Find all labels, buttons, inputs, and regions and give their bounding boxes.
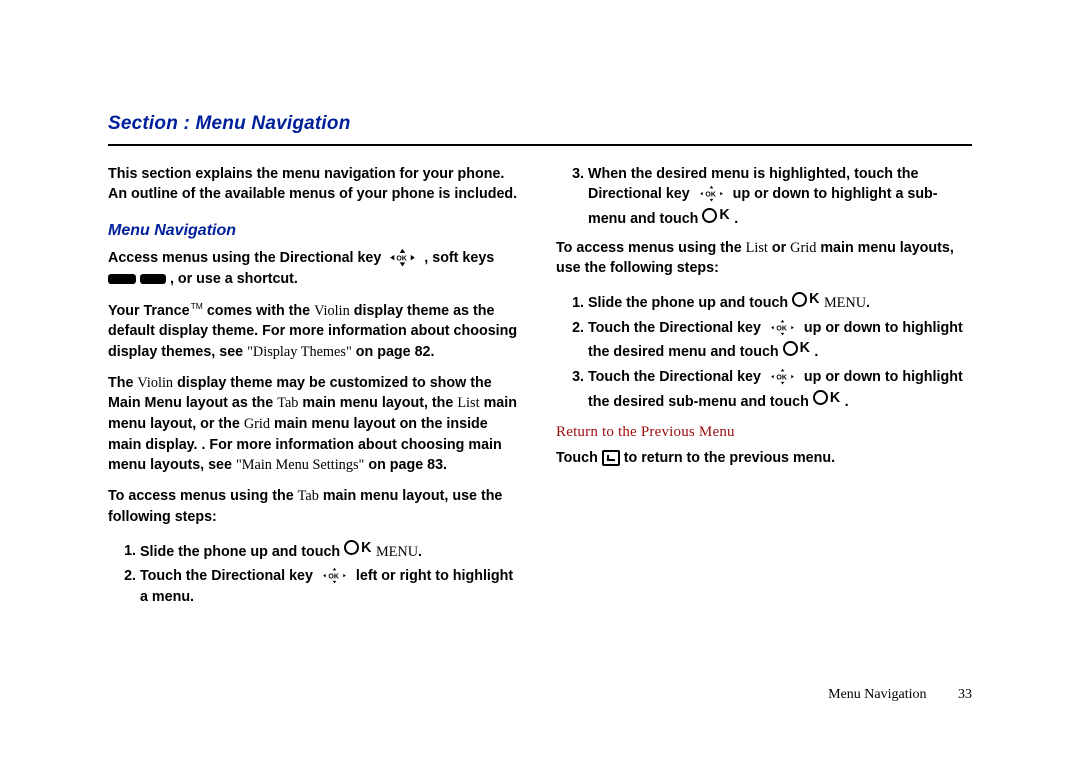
column-right: When the desired menu is highlighted, to… xyxy=(556,160,972,616)
svg-text:OK: OK xyxy=(397,256,408,263)
back-key-icon xyxy=(602,450,620,466)
section-title: Section : Menu Navigation xyxy=(108,110,972,138)
heading-menu-navigation: Menu Navigation xyxy=(108,219,524,242)
ok-icon: K xyxy=(344,538,372,559)
footer-label: Menu Navigation xyxy=(828,687,926,702)
softkey-icon xyxy=(140,274,166,284)
column-left: This section explains the menu navigatio… xyxy=(108,160,524,616)
softkey-icon xyxy=(108,274,136,284)
svg-text:OK: OK xyxy=(328,574,339,581)
page: Section : Menu Navigation This section e… xyxy=(108,110,972,681)
subhead-return: Return to the Previous Menu xyxy=(556,422,972,444)
svg-text:OK: OK xyxy=(776,374,787,381)
list-item: Touch the Directional key OK up or down … xyxy=(588,318,972,363)
steps-left-cont: When the desired menu is highlighted, to… xyxy=(556,164,972,230)
steps-right: Slide the phone up and touch K MENU. Tou… xyxy=(556,289,972,412)
list-item: Slide the phone up and touch K MENU. xyxy=(588,289,972,314)
directional-key-icon: OK xyxy=(317,566,352,586)
directional-key-icon: OK xyxy=(385,248,420,268)
directional-key-icon: OK xyxy=(694,184,729,204)
theme-paragraph: Your TranceTM comes with the Violin disp… xyxy=(108,300,524,363)
page-footer: Menu Navigation 33 xyxy=(828,685,972,705)
tab-steps-intro: To access menus using the Tab main menu … xyxy=(108,486,524,527)
access-paragraph: Access menus using the Directional key O… xyxy=(108,248,524,289)
ok-icon: K xyxy=(702,205,730,226)
svg-text:OK: OK xyxy=(776,325,787,332)
svg-text:OK: OK xyxy=(705,192,716,199)
steps-left: Slide the phone up and touch K MENU. Tou… xyxy=(108,538,524,608)
page-number: 33 xyxy=(958,687,972,702)
list-item: Slide the phone up and touch K MENU. xyxy=(140,538,524,563)
list-item: Touch the Directional key OK up or down … xyxy=(588,367,972,412)
intro-paragraph: This section explains the menu navigatio… xyxy=(108,164,524,205)
listgrid-intro: To access menus using the List or Grid m… xyxy=(556,238,972,279)
trademark-icon: TM xyxy=(191,301,203,311)
ok-icon: K xyxy=(792,289,820,310)
return-paragraph: Touch to return to the previous menu. xyxy=(556,448,972,469)
list-item: When the desired menu is highlighted, to… xyxy=(588,164,972,230)
ok-icon: K xyxy=(813,388,841,409)
columns: This section explains the menu navigatio… xyxy=(108,160,972,616)
directional-key-icon: OK xyxy=(765,367,800,387)
section-rule xyxy=(108,144,972,146)
directional-key-icon: OK xyxy=(765,318,800,338)
ok-icon: K xyxy=(783,338,811,359)
layout-paragraph: The Violin display theme may be customiz… xyxy=(108,373,524,477)
list-item: Touch the Directional key OK left or rig… xyxy=(140,566,524,607)
